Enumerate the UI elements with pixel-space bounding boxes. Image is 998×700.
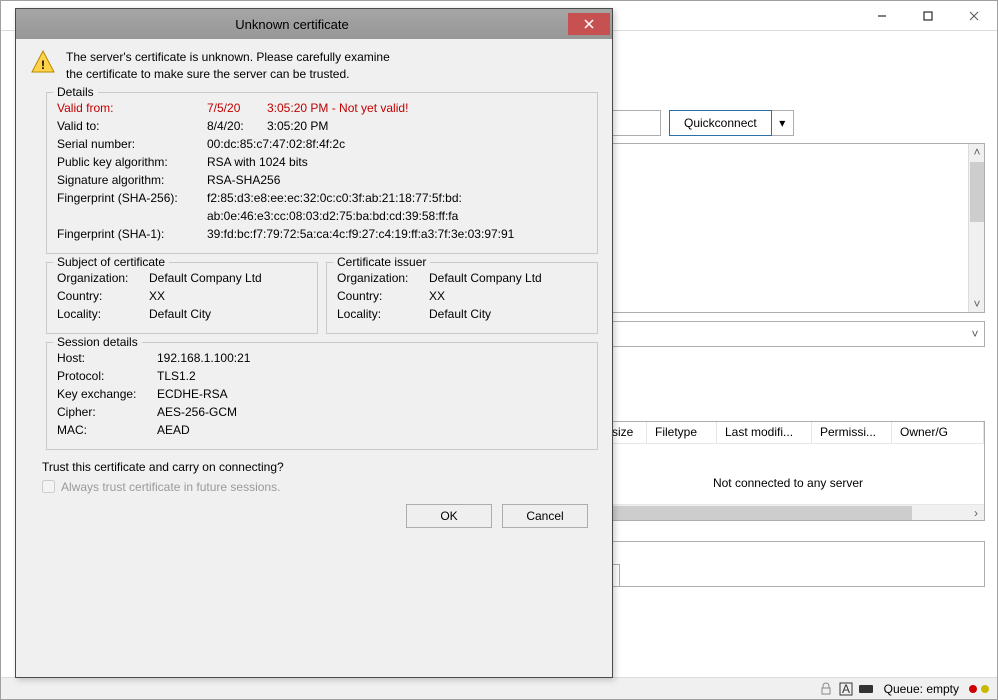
serial-label: Serial number: (57, 137, 207, 151)
minimize-button[interactable] (859, 1, 905, 30)
subject-org-label: Organization: (57, 271, 149, 285)
fp256-value-a: f2:85:d3:e8:ee:ec:32:0c:c0:3f:ab:21:18:7… (207, 191, 462, 205)
maximize-button[interactable] (905, 1, 951, 30)
issuer-legend: Certificate issuer (333, 255, 430, 269)
issuer-org-label: Organization: (337, 271, 429, 285)
protocol-value: TLS1.2 (157, 369, 196, 383)
status-dot-red (969, 685, 977, 693)
scroll-right-icon[interactable]: › (968, 505, 984, 521)
sigalg-value: RSA-SHA256 (207, 173, 280, 187)
warning-icon: ! (30, 49, 56, 75)
session-legend: Session details (53, 335, 142, 349)
main-close-button[interactable] (951, 1, 997, 30)
cancel-button[interactable]: Cancel (502, 504, 588, 528)
not-connected-message: Not connected to any server (592, 444, 984, 490)
dialog-warning-text: The server's certificate is unknown. Ple… (66, 49, 390, 84)
subject-country-label: Country: (57, 289, 149, 303)
queue-status: Queue: empty (884, 682, 959, 696)
issuer-group: Certificate issuer Organization:Default … (326, 262, 598, 334)
details-group: Details Valid from: 7/5/20 3:05:20 PM - … (46, 92, 598, 254)
lock-icon[interactable] (818, 681, 834, 697)
quickconnect-dropdown[interactable]: ▾ (772, 110, 794, 136)
svg-text:A: A (842, 682, 850, 696)
issuer-country-label: Country: (337, 289, 429, 303)
col-owner[interactable]: Owner/G (892, 422, 984, 443)
scroll-thumb[interactable] (970, 162, 984, 222)
scrollbar-vertical[interactable]: ˄ ˅ (968, 144, 984, 312)
col-filetype[interactable]: Filetype (647, 422, 717, 443)
scroll-thumb-h[interactable] (592, 506, 912, 520)
dialog-title: Unknown certificate (16, 17, 568, 32)
col-lastmod[interactable]: Last modifi... (717, 422, 812, 443)
keyboard-icon[interactable] (858, 681, 874, 697)
issuer-locality: Default City (429, 307, 491, 321)
status-dot-yellow (981, 685, 989, 693)
message-log-panel[interactable]: ˄ ˅ (591, 143, 985, 313)
pubkey-value: RSA with 1024 bits (207, 155, 308, 169)
svg-text:!: ! (41, 58, 45, 72)
scroll-up-icon[interactable]: ˄ (969, 144, 985, 160)
subject-org: Default Company Ltd (149, 271, 262, 285)
col-permissions[interactable]: Permissi... (812, 422, 892, 443)
always-trust-row[interactable]: Always trust certificate in future sessi… (42, 480, 598, 494)
valid-from-label: Valid from: (57, 101, 207, 115)
valid-from-date: 7/5/20 (207, 101, 267, 115)
quickconnect-button[interactable]: Quickconnect (669, 110, 772, 136)
valid-to-time: 3:05:20 PM (267, 119, 328, 133)
mac-label: MAC: (57, 423, 157, 437)
sigalg-label: Signature algorithm: (57, 173, 207, 187)
subject-group: Subject of certificate Organization:Defa… (46, 262, 318, 334)
status-bar: A Queue: empty (1, 677, 997, 699)
subject-legend: Subject of certificate (53, 255, 169, 269)
dialog-close-button[interactable] (568, 13, 610, 35)
mac-value: AEAD (157, 423, 190, 437)
always-trust-label: Always trust certificate in future sessi… (61, 480, 280, 494)
fp256-value-b: ab:0e:46:e3:cc:08:03:d2:75:ba:bd:cd:39:5… (207, 209, 458, 223)
protocol-label: Protocol: (57, 369, 157, 383)
issuer-country: XX (429, 289, 445, 303)
valid-to-label: Valid to: (57, 119, 207, 133)
session-group: Session details Host:192.168.1.100:21 Pr… (46, 342, 598, 450)
subject-locality-label: Locality: (57, 307, 149, 321)
pubkey-label: Public key algorithm: (57, 155, 207, 169)
valid-from-time: 3:05:20 PM - Not yet valid! (267, 101, 408, 115)
kex-label: Key exchange: (57, 387, 157, 401)
subject-country: XX (149, 289, 165, 303)
trust-prompt: Trust this certificate and carry on conn… (42, 460, 598, 474)
subject-locality: Default City (149, 307, 211, 321)
kex-value: ECDHE-RSA (157, 387, 228, 401)
unknown-certificate-dialog: Unknown certificate ! The server's certi… (15, 8, 613, 678)
issuer-org: Default Company Ltd (429, 271, 542, 285)
host-label: Host: (57, 351, 157, 365)
remote-list-header: ilesize Filetype Last modifi... Permissi… (592, 422, 984, 444)
issuer-locality-label: Locality: (337, 307, 429, 321)
scroll-down-icon[interactable]: ˅ (969, 296, 985, 312)
fp1-value: 39:fd:bc:f7:79:72:5a:ca:4c:f9:27:c4:19:f… (207, 227, 514, 241)
queue-panel: s (591, 541, 985, 587)
ok-button[interactable]: OK (406, 504, 492, 528)
cipher-value: AES-256-GCM (157, 405, 237, 419)
chevron-down-icon[interactable]: ˅ (966, 327, 984, 341)
valid-to-date: 8/4/20: (207, 119, 267, 133)
serial-value: 00:dc:85:c7:47:02:8f:4f:2c (207, 137, 345, 151)
remote-file-list[interactable]: ilesize Filetype Last modifi... Permissi… (591, 421, 985, 521)
always-trust-checkbox[interactable] (42, 480, 55, 493)
scrollbar-horizontal[interactable]: › (592, 504, 984, 520)
remote-site-combo[interactable]: ˅ (591, 321, 985, 347)
details-legend: Details (53, 85, 98, 99)
filter-icon[interactable]: A (838, 681, 854, 697)
host-value: 192.168.1.100:21 (157, 351, 250, 365)
dialog-titlebar: Unknown certificate (16, 9, 612, 39)
fp256-label: Fingerprint (SHA-256): (57, 191, 207, 205)
fp1-label: Fingerprint (SHA-1): (57, 227, 207, 241)
cipher-label: Cipher: (57, 405, 157, 419)
